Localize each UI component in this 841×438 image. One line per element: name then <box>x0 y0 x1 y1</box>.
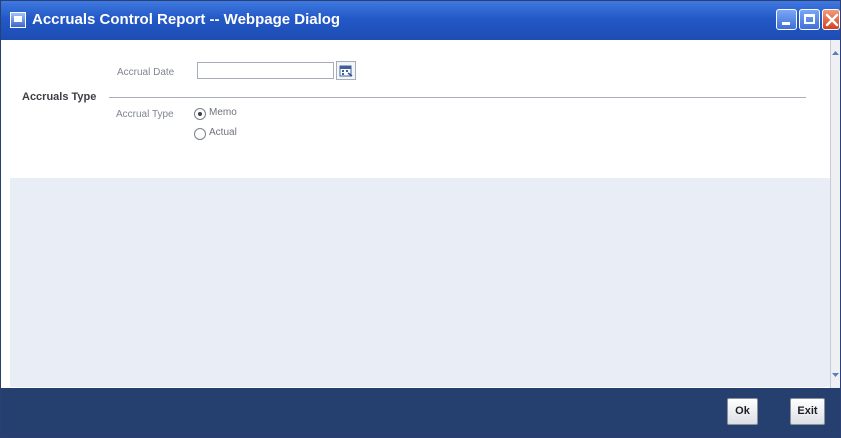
accrual-date-input[interactable] <box>197 62 334 79</box>
accruals-type-heading: Accruals Type <box>22 91 97 103</box>
calendar-icon <box>339 65 353 77</box>
scroll-up-arrow-icon[interactable] <box>831 48 840 58</box>
ok-button[interactable]: Ok <box>727 398 758 425</box>
maximize-button[interactable] <box>799 9 820 30</box>
memo-radio[interactable] <box>194 108 206 120</box>
window-title: Accruals Control Report -- Webpage Dialo… <box>32 11 341 28</box>
exit-button[interactable]: Exit <box>790 398 825 425</box>
accrual-type-label: Accrual Type <box>116 109 174 120</box>
section-divider <box>109 97 806 98</box>
window-icon <box>10 12 26 28</box>
close-button[interactable] <box>822 9 840 30</box>
title-bar[interactable]: Accruals Control Report -- Webpage Dialo… <box>1 1 840 40</box>
minimize-button[interactable] <box>776 9 797 30</box>
actual-radio[interactable] <box>194 128 206 140</box>
left-edge <box>1 40 10 388</box>
footer-bar <box>1 388 840 437</box>
close-icon <box>825 13 839 27</box>
memo-option-label: Memo <box>209 107 237 118</box>
calendar-button[interactable] <box>336 61 356 80</box>
vertical-scrollbar[interactable] <box>830 40 840 388</box>
actual-option-label: Actual <box>209 127 237 138</box>
scroll-down-arrow-icon[interactable] <box>831 370 840 380</box>
dialog-window: Accruals Control Report -- Webpage Dialo… <box>0 0 841 438</box>
accrual-date-label: Accrual Date <box>117 67 175 78</box>
content-area <box>10 178 830 387</box>
